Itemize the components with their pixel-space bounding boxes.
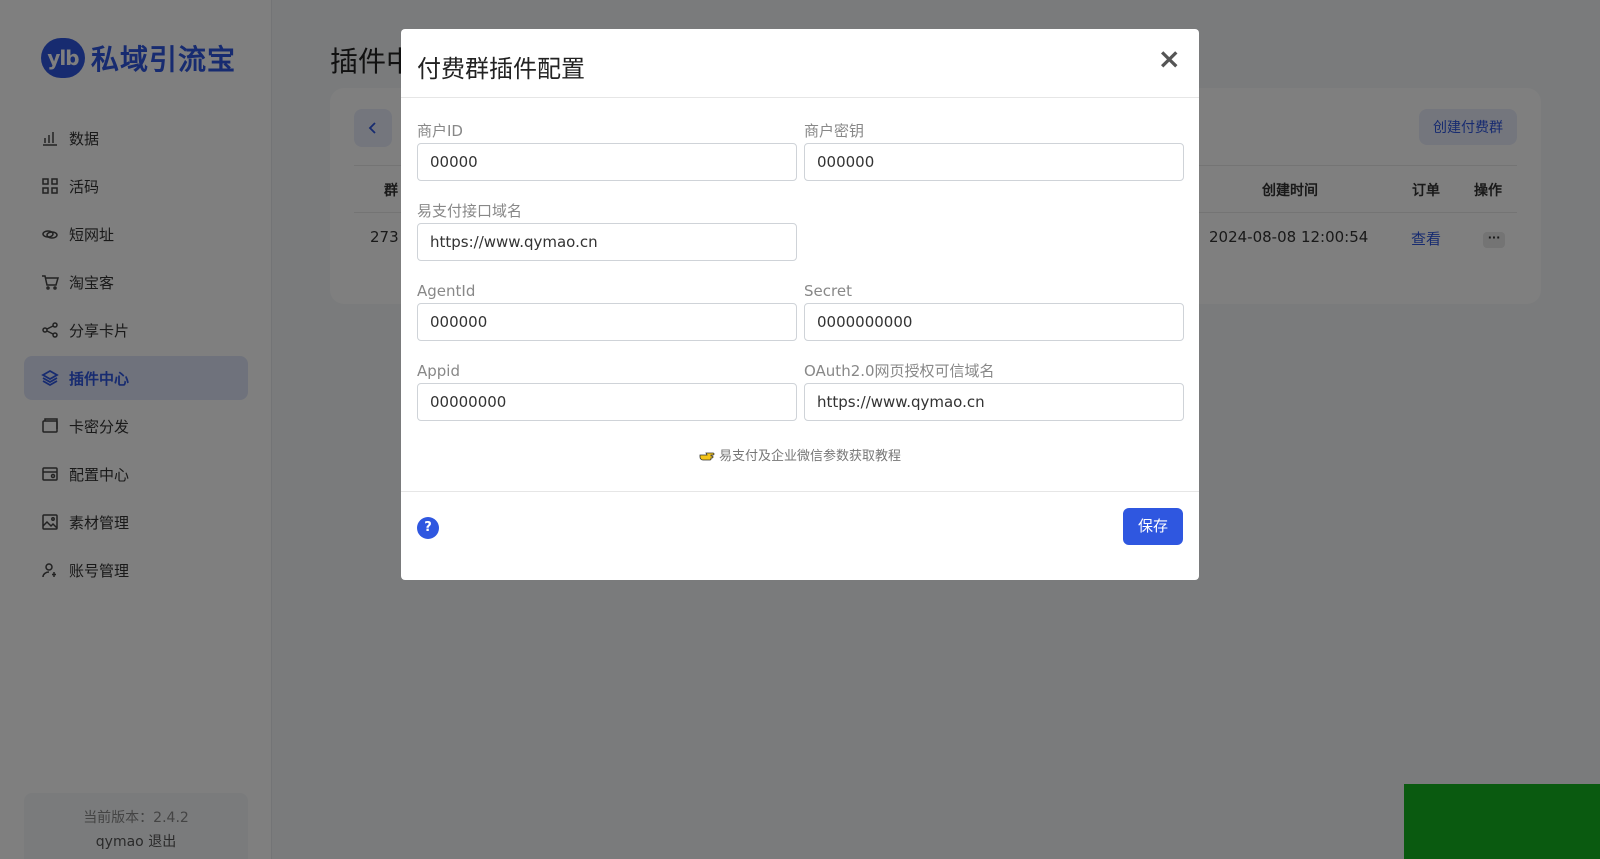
field-label: OAuth2.0网页授权可信域名 xyxy=(804,362,995,380)
merchant-secret-input[interactable] xyxy=(804,143,1184,181)
help-icon[interactable]: ? xyxy=(417,517,439,539)
secret-input[interactable] xyxy=(804,303,1184,341)
merchant-secret-field: 商户密钥 xyxy=(804,121,1184,181)
field-label: AgentId xyxy=(417,282,476,300)
save-button[interactable]: 保存 xyxy=(1123,508,1183,545)
field-label: 易支付接口域名 xyxy=(417,202,523,220)
merchant-id-input[interactable] xyxy=(417,143,797,181)
modal-title: 付费群插件配置 xyxy=(417,55,585,83)
pointing-hand-icon xyxy=(699,449,715,467)
merchant-id-field: 商户ID xyxy=(417,121,797,181)
appid-input[interactable] xyxy=(417,383,797,421)
oauth-domain-field: OAuth2.0网页授权可信域名 xyxy=(804,361,1184,421)
modal-footer-divider xyxy=(401,491,1199,492)
secret-field: Secret xyxy=(804,281,1184,341)
field-label: 商户密钥 xyxy=(804,122,865,140)
field-label: 商户ID xyxy=(417,122,463,140)
agent-id-input[interactable] xyxy=(417,303,797,341)
modal-header: 付费群插件配置 × xyxy=(401,29,1199,98)
oauth-domain-input[interactable] xyxy=(804,383,1184,421)
tutorial-link[interactable]: 易支付及企业微信参数获取教程 xyxy=(401,445,1199,467)
close-icon[interactable]: × xyxy=(1158,45,1181,73)
plugin-config-modal: 付费群插件配置 × 商户ID 商户密钥 易支付接口域名 AgentId Secr… xyxy=(401,29,1199,580)
field-label: Secret xyxy=(804,282,852,300)
appid-field: Appid xyxy=(417,361,797,421)
agent-id-field: AgentId xyxy=(417,281,797,341)
pay-domain-field: 易支付接口域名 xyxy=(417,201,797,261)
pay-domain-input[interactable] xyxy=(417,223,797,261)
tutorial-text: 易支付及企业微信参数获取教程 xyxy=(718,449,901,464)
field-label: Appid xyxy=(417,362,460,380)
